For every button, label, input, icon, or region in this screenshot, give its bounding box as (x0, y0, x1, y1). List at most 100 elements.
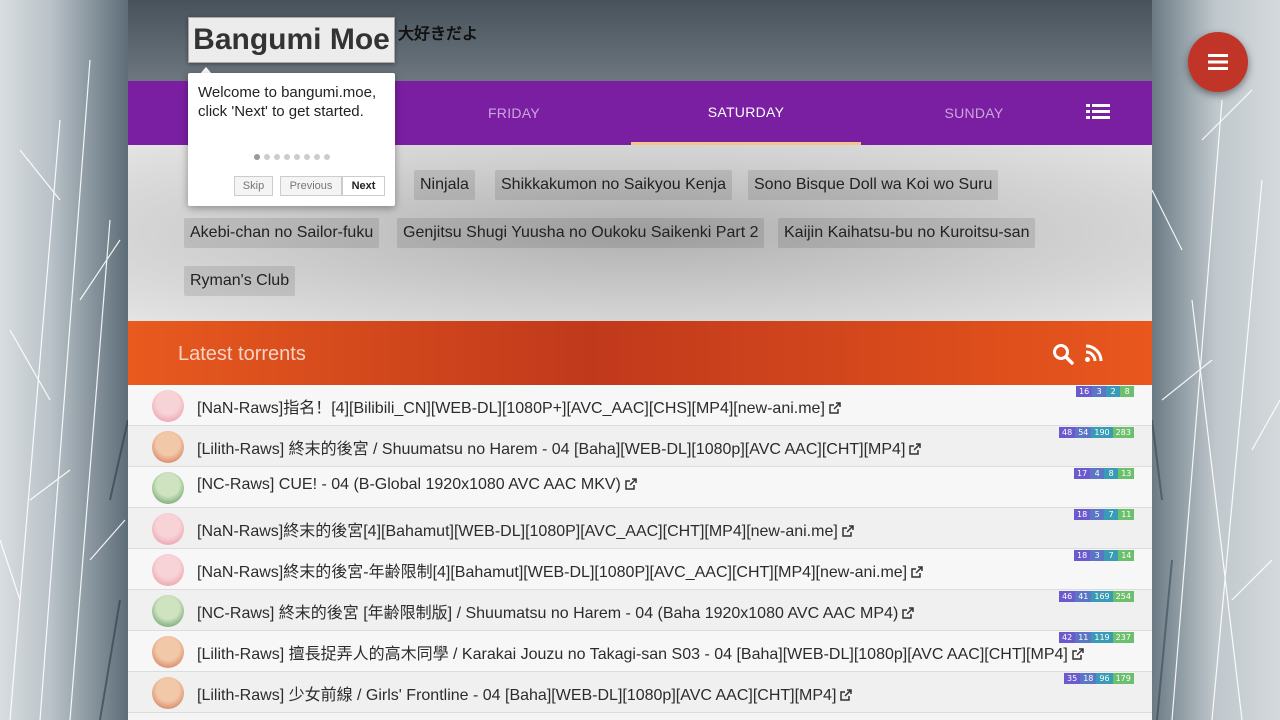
tab-friday-label: FRIDAY (487, 105, 541, 121)
torrent-title-text: [NC-Raws] CUE! - 04 (B-Global 1920x1080 … (197, 476, 621, 493)
uploader-avatar[interactable] (152, 431, 184, 463)
torrent-list-header: Latest torrents (128, 321, 1152, 385)
torrent-title-link[interactable]: [NaN-Raws]終末的後宮-年齢限制[4][Bahamut][WEB-DL]… (197, 558, 923, 582)
stat-total: 35 (1064, 673, 1081, 684)
torrent-title-link[interactable]: [NC-Raws] CUE! - 04 (B-Global 1920x1080 … (197, 476, 637, 494)
tour-step-dot (324, 154, 330, 160)
stat-seeds: 283 (1112, 427, 1134, 438)
tab-saturday[interactable]: SATURDAY (631, 81, 861, 145)
stat-downloading: 3 (1090, 550, 1105, 561)
stat-seeds: 179 (1112, 673, 1134, 684)
torrent-title-link[interactable]: [NaN-Raws]終末的後宮[4][Bahamut][WEB-DL][1080… (197, 517, 854, 541)
bangumi-tag[interactable]: Shikkakumon no Saikyou Kenja (495, 170, 733, 200)
uploader-avatar[interactable] (152, 595, 184, 627)
uploader-avatar[interactable] (152, 636, 184, 668)
tour-previous-button[interactable]: Previous (280, 176, 342, 196)
stat-seeds: 237 (1112, 632, 1134, 643)
external-link-icon[interactable] (902, 607, 915, 619)
tab-sunday-label: SUNDAY (944, 105, 1004, 121)
uploader-avatar[interactable] (152, 677, 184, 709)
tour-step-dot (294, 154, 300, 160)
torrent-row[interactable]: [Lilith-Raws] 少女前線 / Girls' Frontline - … (128, 672, 1152, 713)
bangumi-tag[interactable]: Sono Bisque Doll wa Koi wo Suru (748, 170, 999, 200)
stat-seeds: 14 (1118, 550, 1135, 561)
torrent-title-text: [NaN-Raws]終末的後宮-年齢限制[4][Bahamut][WEB-DL]… (197, 564, 908, 581)
tour-step-dot (284, 154, 290, 160)
tour-step-dot (304, 154, 310, 160)
torrent-title-link[interactable]: [Lilith-Raws] 擅長捉弄人的高木同學 / Karakai Jouzu… (197, 640, 1084, 664)
tour-step-dot (274, 154, 280, 160)
external-link-icon[interactable] (1072, 648, 1084, 660)
torrent-row[interactable]: [Lilith-Raws] 擅長捉弄人的高木同學 / Karakai Jouzu… (128, 631, 1152, 672)
stat-downloading: 4 (1090, 468, 1105, 479)
torrent-title-link[interactable]: [Lilith-Raws] 少女前線 / Girls' Frontline - … (197, 681, 853, 705)
stat-seeds: 13 (1118, 468, 1135, 479)
bangumi-tag[interactable]: Kaijin Kaihatsu-bu no Kuroitsu-san (778, 218, 1036, 248)
bangumi-tag[interactable]: Ninjala (414, 170, 475, 200)
stat-finished: 7 (1104, 509, 1119, 520)
external-link-icon[interactable] (842, 525, 854, 537)
tour-message: Welcome to bangumi.moe, click 'Next' to … (198, 84, 377, 120)
stat-downloading: 11 (1075, 632, 1092, 643)
external-link-icon[interactable] (911, 566, 923, 578)
external-link-icon[interactable] (829, 402, 841, 414)
torrent-list: [NaN-Raws]指名！[4][Bilibili_CN][WEB-DL][10… (128, 385, 1152, 713)
uploader-avatar[interactable] (152, 554, 184, 586)
bangumi-tag[interactable]: Genjitsu Shugi Yuusha no Oukoku Saikenki… (397, 218, 765, 248)
uploader-avatar[interactable] (152, 513, 184, 545)
torrent-title-link[interactable]: [NC-Raws] 終末的後宮 [年齢限制版] / Shuumatsu no H… (197, 599, 915, 623)
tour-next-button[interactable]: Next (342, 176, 385, 196)
stat-downloading: 5 (1090, 509, 1105, 520)
uploader-avatar[interactable] (152, 390, 184, 422)
stat-downloading: 18 (1080, 673, 1097, 684)
stat-seeds: 8 (1120, 386, 1135, 397)
background-right-decoration (1152, 0, 1280, 720)
stat-finished: 190 (1091, 427, 1113, 438)
tour-popover: Welcome to bangumi.moe, click 'Next' to … (188, 73, 395, 206)
external-link-icon[interactable] (909, 443, 922, 455)
brand-tagline: 大好きだよ (398, 26, 479, 43)
torrent-row[interactable]: [NC-Raws] CUE! - 04 (B-Global 1920x1080 … (128, 467, 1152, 508)
torrent-title-text: [NC-Raws] 終末的後宮 [年齢限制版] / Shuumatsu no H… (197, 605, 899, 622)
stat-total: 18 (1074, 550, 1091, 561)
uploader-avatar[interactable] (152, 472, 184, 504)
torrent-title-link[interactable]: [Lilith-Raws] 終末的後宮 / Shuumatsu no Harem… (197, 435, 922, 459)
torrent-stats: 46 41 169 254 (1059, 591, 1134, 602)
stat-seeds: 11 (1118, 509, 1135, 520)
stat-total: 16 (1076, 386, 1093, 397)
menu-button[interactable] (1188, 32, 1248, 92)
torrent-stats: 48 54 190 283 (1059, 427, 1134, 438)
stat-finished: 7 (1104, 550, 1119, 561)
torrent-title-text: [Lilith-Raws] 擅長捉弄人的高木同學 / Karakai Jouzu… (197, 646, 1068, 663)
tour-step-dot (314, 154, 320, 160)
external-link-icon[interactable] (625, 478, 637, 490)
rss-icon[interactable] (1084, 343, 1106, 365)
tour-skip-button[interactable]: Skip (234, 176, 273, 196)
search-icon[interactable] (1052, 343, 1074, 365)
tab-sunday[interactable]: SUNDAY (859, 81, 1089, 145)
stat-total: 46 (1059, 591, 1076, 602)
torrent-title-link[interactable]: [NaN-Raws]指名！[4][Bilibili_CN][WEB-DL][10… (197, 394, 841, 418)
stat-downloading: 41 (1075, 591, 1092, 602)
background-left-decoration (0, 0, 128, 720)
stat-finished: 2 (1106, 386, 1121, 397)
torrent-row[interactable]: [NC-Raws] 終末的後宮 [年齢限制版] / Shuumatsu no H… (128, 590, 1152, 631)
torrent-row[interactable]: [NaN-Raws]終末的後宮-年齢限制[4][Bahamut][WEB-DL]… (128, 549, 1152, 590)
external-link-icon[interactable] (840, 689, 853, 701)
list-view-icon[interactable] (1086, 102, 1110, 124)
torrent-title-text: [NaN-Raws]指名！[4][Bilibili_CN][WEB-DL][10… (197, 400, 825, 417)
torrent-list-title: Latest torrents (178, 343, 306, 365)
torrent-row[interactable]: [NaN-Raws]終末的後宮[4][Bahamut][WEB-DL][1080… (128, 508, 1152, 549)
torrent-row[interactable]: [NaN-Raws]指名！[4][Bilibili_CN][WEB-DL][10… (128, 385, 1152, 426)
site-logo: Bangumi Moe (188, 17, 395, 63)
stat-total: 48 (1059, 427, 1076, 438)
torrent-row[interactable]: [Lilith-Raws] 終末的後宮 / Shuumatsu no Harem… (128, 426, 1152, 467)
bangumi-tag[interactable]: Akebi-chan no Sailor-fuku (184, 218, 380, 248)
bangumi-tag[interactable]: Ryman's Club (184, 266, 296, 296)
tour-step-dot (254, 154, 260, 160)
tour-step-dots (254, 154, 330, 160)
torrent-stats: 16 3 2 8 (1076, 386, 1135, 397)
tab-friday[interactable]: FRIDAY (399, 81, 629, 145)
torrent-title-text: [Lilith-Raws] 少女前線 / Girls' Frontline - … (197, 687, 837, 704)
stat-total: 17 (1074, 468, 1091, 479)
